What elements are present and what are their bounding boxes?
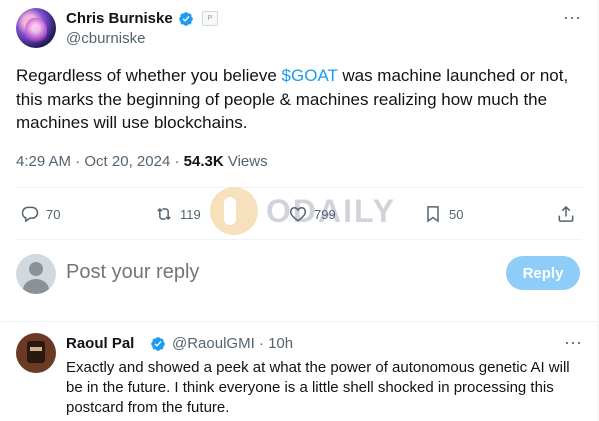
views-label: Views — [227, 153, 268, 170]
bookmark-action[interactable]: 50 — [423, 200, 463, 228]
reply-action[interactable]: 70 — [20, 200, 60, 228]
post-header: Chris Burniske P @cburniske ··· — [16, 8, 582, 50]
divider — [16, 239, 582, 240]
bookmark-count: 50 — [449, 206, 464, 222]
views-count: 54.3K — [183, 153, 224, 170]
divider — [0, 321, 598, 322]
reply-icon — [21, 206, 39, 223]
verified-badge-icon[interactable] — [178, 11, 194, 27]
column-border — [597, 0, 598, 421]
meta-separator: · — [258, 335, 264, 352]
reply-count: 70 — [46, 206, 61, 222]
repost-action[interactable]: 119 — [154, 200, 201, 228]
verified-badge-icon[interactable] — [150, 336, 166, 352]
author-handle[interactable]: @cburniske — [66, 30, 145, 47]
repost-icon — [157, 207, 171, 221]
post-date[interactable]: Oct 20, 2024 — [84, 153, 170, 170]
reply-author-avatar[interactable] — [16, 333, 56, 373]
reply-input[interactable] — [66, 261, 446, 284]
repost-count: 119 — [180, 206, 201, 222]
post-meta: 4:29 AM · Oct 20, 2024 · 54.3K Views — [16, 153, 268, 170]
share-icon — [558, 205, 574, 222]
like-count: 799 — [314, 206, 336, 222]
cashtag-link[interactable]: $GOAT — [282, 66, 338, 85]
divider — [16, 187, 582, 188]
post-text: Regardless of whether you believe $GOAT … — [16, 64, 582, 135]
reply-handle-time: @RaoulGMI · 10h — [172, 335, 293, 352]
meta-separator: · — [75, 153, 81, 170]
reply-text: Exactly and showed a peek at what the po… — [66, 359, 570, 416]
like-action[interactable]: 799 — [288, 200, 336, 228]
reply-author-name[interactable]: Raoul Pal — [66, 335, 134, 352]
bookmark-icon — [427, 206, 439, 223]
share-action[interactable] — [556, 200, 576, 228]
like-icon — [289, 206, 307, 222]
meta-separator: · — [174, 153, 180, 170]
more-icon[interactable]: ··· — [564, 333, 582, 351]
reply-composer: Reply — [16, 253, 582, 295]
action-bar: 70 119 799 50 — [16, 200, 582, 228]
author-name[interactable]: Chris Burniske — [66, 10, 173, 27]
reply-time[interactable]: 10h — [268, 335, 293, 352]
current-user-avatar[interactable] — [16, 254, 56, 294]
post-time[interactable]: 4:29 AM — [16, 153, 71, 170]
reply-author-handle[interactable]: @RaoulGMI — [172, 335, 255, 352]
author-avatar[interactable] — [16, 8, 56, 48]
affiliate-badge[interactable]: P — [202, 11, 218, 26]
post-text-part: Regardless of whether you believe — [16, 66, 282, 85]
reply-button[interactable]: Reply — [506, 256, 580, 290]
more-icon[interactable]: ··· — [562, 8, 582, 30]
